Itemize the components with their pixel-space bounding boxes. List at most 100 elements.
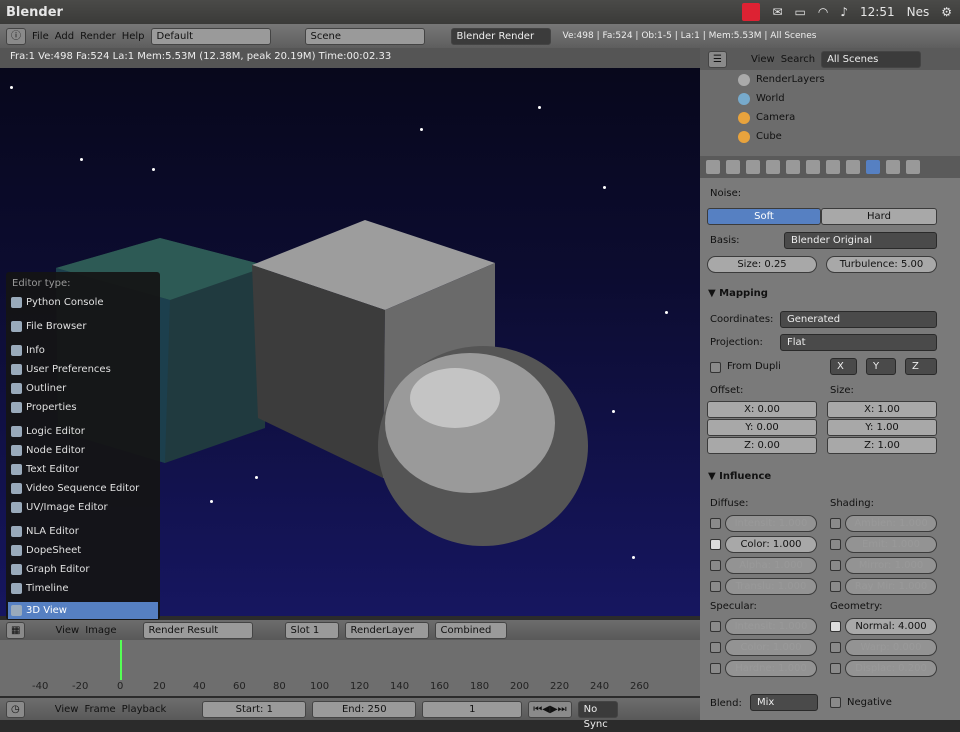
displace-field[interactable]: Displac: 0.200 <box>845 660 937 677</box>
outliner-editor-icon[interactable]: ☰ <box>708 50 727 68</box>
offset-y-field[interactable]: Y: 0.00 <box>707 419 817 436</box>
modifier-tab-icon[interactable] <box>806 160 820 174</box>
scale-x-field[interactable]: X: 1.00 <box>827 401 937 418</box>
image-menu-image[interactable]: Image <box>85 625 116 636</box>
pass-select[interactable]: Combined <box>434 621 507 639</box>
hardness-checkbox[interactable] <box>710 663 721 674</box>
wifi-icon[interactable]: ◠ <box>818 5 828 19</box>
normal-checkbox[interactable] <box>830 621 841 632</box>
constraint-tab-icon[interactable] <box>786 160 800 174</box>
projection-select[interactable]: Flat <box>780 334 937 351</box>
engine-select[interactable]: Blender Render <box>450 27 551 45</box>
axis-x-select[interactable]: X <box>830 358 857 375</box>
diffuse-intensity-field[interactable]: Intensit: 1.000 <box>725 515 817 532</box>
slot-select[interactable]: Slot 1 <box>284 621 339 639</box>
world-tab-icon[interactable] <box>746 160 760 174</box>
mail-icon[interactable]: ✉ <box>772 5 782 19</box>
emit-checkbox[interactable] <box>830 539 841 550</box>
start-frame-field[interactable]: Start: 1 <box>202 700 307 718</box>
scale-z-field[interactable]: Z: 1.00 <box>827 437 937 454</box>
volume-icon[interactable]: ♪ <box>840 5 848 19</box>
menu-item-node-editor[interactable]: Node Editor <box>8 442 158 459</box>
material-tab-icon[interactable] <box>846 160 860 174</box>
timeline-menu-playback[interactable]: Playback <box>122 704 167 715</box>
menu-help[interactable]: Help <box>122 31 145 42</box>
outliner-item-cube[interactable]: Cube <box>700 127 960 146</box>
negative-checkbox[interactable] <box>830 697 841 708</box>
mirror-checkbox[interactable] <box>830 560 841 571</box>
data-tab-icon[interactable] <box>826 160 840 174</box>
object-tab-icon[interactable] <box>766 160 780 174</box>
particles-tab-icon[interactable] <box>886 160 900 174</box>
size-field[interactable]: Size: 0.25 <box>707 256 817 273</box>
play-controls[interactable]: ⏮◀▶⏭ <box>528 700 572 718</box>
coordinates-select[interactable]: Generated <box>780 311 937 328</box>
menu-item-info[interactable]: Info <box>8 342 158 359</box>
outliner-menu-search[interactable]: Search <box>781 54 815 65</box>
turbulence-field[interactable]: Turbulence: 5.00 <box>826 256 937 273</box>
scene-field[interactable]: Scene <box>304 27 425 45</box>
offset-z-field[interactable]: Z: 0.00 <box>707 437 817 454</box>
warp-field[interactable]: Warp: 0.000 <box>845 639 937 656</box>
record-indicator-icon[interactable] <box>742 3 761 21</box>
menu-file[interactable]: File <box>32 31 49 42</box>
menu-render[interactable]: Render <box>80 31 116 42</box>
menu-item-dopesheet[interactable]: DopeSheet <box>8 542 158 559</box>
offset-x-field[interactable]: X: 0.00 <box>707 401 817 418</box>
info-editor-icon[interactable]: ⓘ <box>6 27 26 45</box>
noise-soft-button[interactable]: Soft <box>707 208 821 225</box>
warp-checkbox[interactable] <box>830 642 841 653</box>
diffuse-alpha-field[interactable]: Alpha: 1.000 <box>725 557 817 574</box>
menu-item-graph-editor[interactable]: Graph Editor <box>8 561 158 578</box>
menu-item-file-browser[interactable]: File Browser <box>8 318 158 335</box>
ambient-checkbox[interactable] <box>830 518 841 529</box>
scale-y-field[interactable]: Y: 1.00 <box>827 419 937 436</box>
menu-item-timeline[interactable]: Timeline <box>8 580 158 597</box>
diffuse-translucency-field[interactable]: Translu: 1.000 <box>725 578 817 595</box>
mapping-section[interactable]: ▼ Mapping <box>708 288 768 299</box>
editor-type-button[interactable]: ▦ <box>6 621 26 639</box>
diffuse-translucency-checkbox[interactable] <box>710 581 721 592</box>
blend-select[interactable]: Mix <box>750 694 818 711</box>
normal-field[interactable]: Normal: 4.000 <box>845 618 937 635</box>
timeline-editor-icon[interactable]: ◷ <box>6 700 25 718</box>
menu-item-logic-editor[interactable]: Logic Editor <box>8 423 158 440</box>
end-frame-field[interactable]: End: 250 <box>312 700 417 718</box>
texture-tab-icon[interactable] <box>866 160 880 174</box>
menu-item-3d-view[interactable]: 3D View <box>8 602 158 619</box>
outliner-item-world[interactable]: World <box>700 89 960 108</box>
specular-color-field[interactable]: Color: 1.000 <box>725 639 817 656</box>
menu-add[interactable]: Add <box>55 31 74 42</box>
render-tab-icon[interactable] <box>706 160 720 174</box>
from-dupli-checkbox[interactable] <box>710 362 721 373</box>
sync-select[interactable]: No Sync <box>577 700 618 730</box>
specular-intensity-field[interactable]: Intensit: 1.000 <box>725 618 817 635</box>
axis-z-select[interactable]: Z <box>905 358 937 375</box>
image-menu-view[interactable]: View <box>55 625 79 636</box>
outliner-item-renderlayers[interactable]: RenderLayers <box>700 70 960 89</box>
outliner-item-camera[interactable]: Camera <box>700 108 960 127</box>
clock[interactable]: 12:51 <box>860 5 895 19</box>
menu-item-video-sequence-editor[interactable]: Video Sequence Editor <box>8 480 158 497</box>
axis-y-select[interactable]: Y <box>866 358 896 375</box>
menu-item-user-preferences[interactable]: User Preferences <box>8 361 158 378</box>
scene-tab-icon[interactable] <box>726 160 740 174</box>
ray-mirror-field[interactable]: Ray Mir: 1.000 <box>845 578 937 595</box>
influence-section[interactable]: ▼ Influence <box>708 471 771 482</box>
timeline-area[interactable]: -40 -20 0 20 40 60 80 100 120 140 160 18… <box>0 640 700 696</box>
ambient-field[interactable]: Ambien: 1.000 <box>845 515 937 532</box>
gear-icon[interactable]: ⚙ <box>941 5 952 19</box>
ray-mirror-checkbox[interactable] <box>830 581 841 592</box>
diffuse-color-checkbox[interactable] <box>710 539 721 550</box>
outliner-menu-view[interactable]: View <box>751 54 775 65</box>
menu-item-nla-editor[interactable]: NLA Editor <box>8 523 158 540</box>
menu-item-outliner[interactable]: Outliner <box>8 380 158 397</box>
timeline-menu-frame[interactable]: Frame <box>84 704 115 715</box>
current-frame-field[interactable]: 1 <box>422 700 523 718</box>
menu-item-properties[interactable]: Properties <box>8 399 158 416</box>
diffuse-color-field[interactable]: Color: 1.000 <box>725 536 817 553</box>
outliner-filter-select[interactable]: All Scenes <box>821 50 922 68</box>
physics-tab-icon[interactable] <box>906 160 920 174</box>
menu-item-uv-image-editor[interactable]: UV/Image Editor <box>8 499 158 516</box>
emit-field[interactable]: Emit: 1.000 <box>845 536 937 553</box>
